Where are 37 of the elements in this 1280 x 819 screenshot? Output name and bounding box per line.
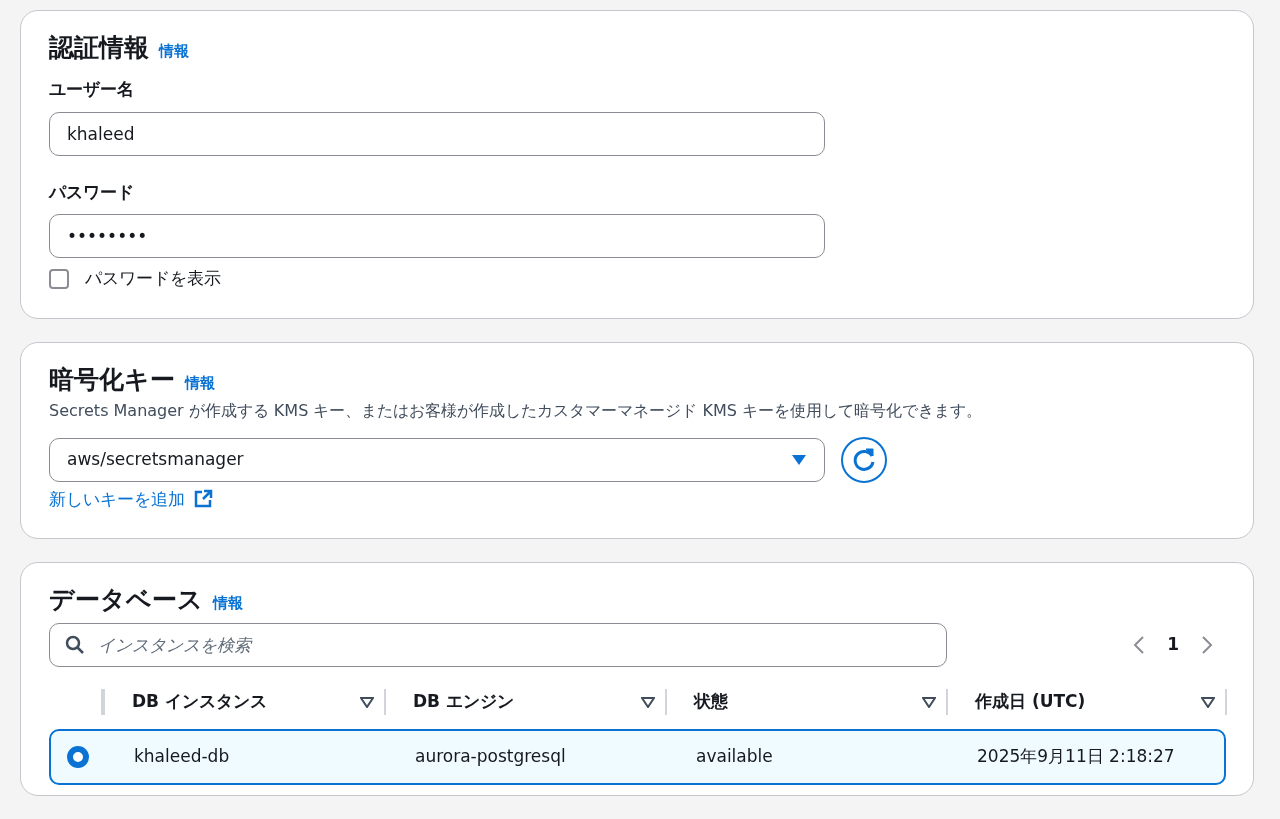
info-link[interactable]: 情報 — [159, 40, 189, 63]
caret-icon — [791, 453, 807, 466]
sort-icon — [922, 696, 936, 708]
info-link[interactable]: 情報 — [185, 371, 215, 394]
column-header[interactable]: DB エンジン — [413, 689, 514, 715]
column-header[interactable]: 作成日 (UTC) — [975, 689, 1086, 715]
description: Secrets Manager が作成する KMS キー、またはお客様が作成したカスタマーマネージド KMS キーを使用して暗号化できます。 — [49, 399, 984, 422]
radio-button[interactable] — [67, 746, 89, 768]
input-field[interactable]: •••••••• — [49, 214, 825, 258]
field-label: ユーザー名 — [49, 78, 135, 101]
section-title: 暗号化キー — [49, 364, 175, 395]
column-header[interactable]: DB インスタンス — [132, 689, 267, 715]
search-field[interactable]: インスタンスを検索 — [49, 623, 947, 667]
sort-icon — [360, 696, 374, 708]
select-value: aws/secretsmanager — [67, 447, 244, 471]
sort-icon — [1201, 696, 1215, 708]
select-field[interactable]: aws/secretsmanager — [49, 437, 825, 482]
checkbox[interactable] — [49, 268, 69, 289]
chevron-right-icon — [1201, 635, 1213, 655]
table-cell-text: 2025年9月11日 2:18:27 — [976, 745, 1176, 769]
page-number[interactable]: 1 — [1167, 632, 1179, 658]
table-cell-text: khaleed-db — [133, 745, 231, 769]
info-link[interactable]: 情報 — [213, 592, 243, 615]
refresh-button[interactable] — [841, 436, 887, 483]
table-row[interactable]: khaleed-db aurora-postgresql available 2025年9月11日 2:18:27 — [49, 729, 1226, 785]
chevron-left-icon — [1133, 635, 1146, 655]
column-header[interactable]: 状態 — [694, 689, 728, 715]
table-cell-text: available — [695, 745, 774, 769]
external-link-icon — [193, 489, 213, 510]
sort-icon — [641, 696, 655, 708]
checkbox-label: パスワードを表示 — [85, 267, 221, 290]
section-title: データベース — [49, 585, 203, 615]
table-cell-text: aurora-postgresql — [414, 745, 567, 769]
input-field[interactable]: khaleed — [49, 111, 825, 156]
field-label: パスワード — [49, 180, 135, 204]
section-title: 認証情報 — [49, 33, 149, 63]
add-key-link[interactable]: 新しいキーを追加 — [49, 486, 185, 512]
